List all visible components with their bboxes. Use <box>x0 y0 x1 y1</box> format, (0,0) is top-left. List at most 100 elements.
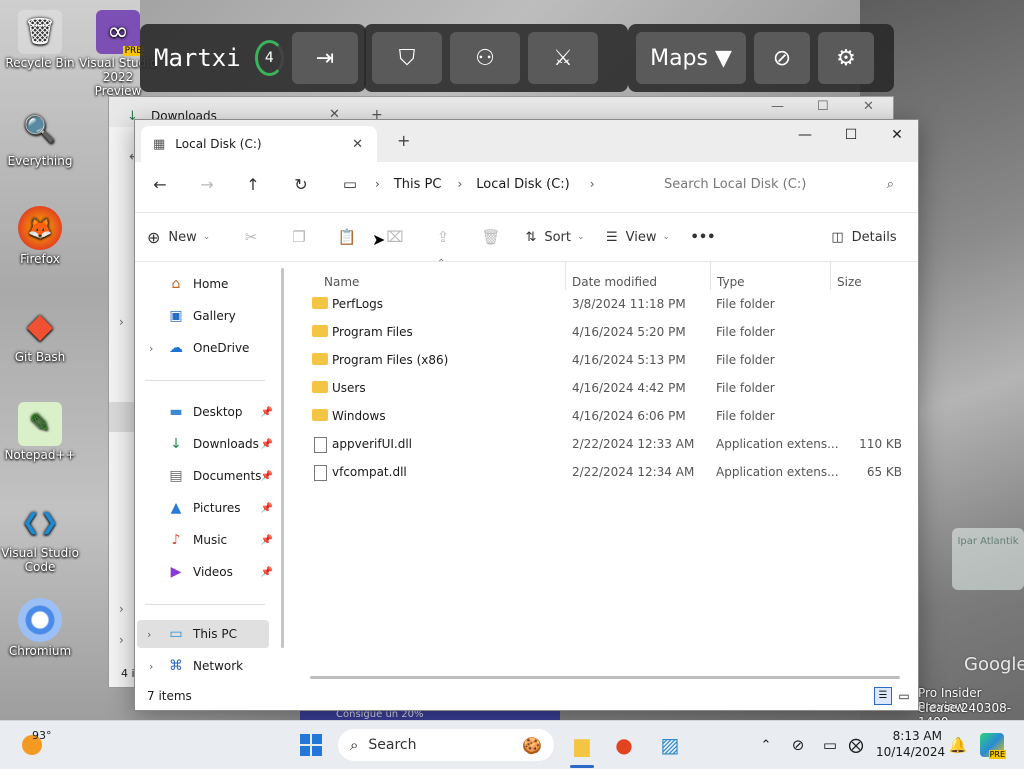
paste-button[interactable]: 📋 <box>323 220 371 254</box>
file-row-vfcompat-dll[interactable]: vfcompat.dll 2/22/2024 12:34 AM Applicat… <box>310 459 910 485</box>
network-off-icon[interactable]: ⊘ <box>782 729 814 761</box>
expand-chevron-icon[interactable]: › <box>149 342 153 355</box>
desktop-icon-git-bash[interactable]: ◆ Git Bash <box>0 304 80 364</box>
details-button[interactable]: ◫ Details <box>824 220 904 254</box>
back-chevron-icon[interactable]: › <box>119 315 124 329</box>
search-input[interactable]: Search Local Disk (C:) <box>664 177 806 192</box>
firefox-icon: ● <box>615 733 633 757</box>
clock-date[interactable]: 10/14/2024 <box>876 745 945 759</box>
back-chevron-icon-2[interactable]: › <box>119 602 124 616</box>
minimize-button[interactable]: — <box>782 120 828 150</box>
back-minimize-icon[interactable]: — <box>771 99 784 114</box>
address-bar-row: ← → ↑ ↻ ▭ › This PC › Local Disk (C:) › … <box>135 162 918 206</box>
settings-button[interactable]: ⚙ <box>818 32 874 84</box>
horizontal-scrollbar[interactable] <box>310 676 900 679</box>
delete-button[interactable]: 🗑 <box>467 220 515 254</box>
nav-item-onedrive[interactable]: › ☁ OneDrive <box>145 334 273 362</box>
file-row-users[interactable]: Users 4/16/2024 4:42 PM File folder <box>310 375 910 401</box>
computer-icon: ▭ <box>169 626 183 642</box>
notification-bell-icon[interactable]: 🔔 <box>942 729 974 761</box>
pin-icon: 📌 <box>260 470 273 482</box>
nav-item-videos[interactable]: ▶ Videos 📌 <box>145 558 273 586</box>
forward-button[interactable]: → <box>185 167 229 201</box>
show-hidden-icons[interactable]: ⌃ <box>750 729 782 761</box>
visual-studio-icon: ∞ PRE <box>96 10 144 56</box>
desktop-icon-notepad-plus-plus[interactable]: ✎ Notepad++ <box>0 402 80 462</box>
tab-close-icon[interactable]: ✕ <box>352 137 363 152</box>
back-chevron-icon-3[interactable]: › <box>119 633 124 647</box>
team-button[interactable]: ⚇ <box>450 32 520 84</box>
tiles-view-toggle[interactable]: ▭ <box>896 688 912 704</box>
chevron-down-icon-2: ⌄ <box>577 232 585 242</box>
back-nav-selection <box>109 402 135 432</box>
recycle-bin-icon: 🗑 <box>18 10 62 54</box>
exit-button[interactable]: ⇥ <box>292 32 358 84</box>
crossed-swords-button[interactable]: ⚔ <box>528 32 598 84</box>
expand-chevron-icon[interactable]: › <box>147 628 151 641</box>
tab-title: Local Disk (C:) <box>175 137 262 151</box>
file-row-windows[interactable]: Windows 4/16/2024 6:06 PM File folder <box>310 403 910 429</box>
desktop-icon-chromium[interactable]: ◎ Chromium <box>0 598 80 658</box>
refresh-button[interactable]: ↻ <box>277 167 325 201</box>
arrow-left-icon: ← <box>153 174 167 194</box>
new-button[interactable]: ⊕ New ⌄ <box>147 220 227 254</box>
back-close-icon[interactable]: ✕ <box>863 99 874 114</box>
taskbar-photos[interactable]: ▨ <box>654 729 686 761</box>
desktop-icon-firefox[interactable]: 🦊 Firefox <box>0 206 80 266</box>
taskbar-search[interactable]: ⌕ Search 🍪 <box>338 729 554 761</box>
breadcrumb-this-pc[interactable]: This PC <box>394 177 442 192</box>
taskbar-firefox[interactable]: ● <box>608 729 640 761</box>
more-options-button[interactable]: ••• <box>681 220 725 254</box>
back-maximize-icon[interactable]: ☐ <box>817 99 829 114</box>
back-button[interactable]: ← <box>135 167 185 201</box>
column-separator <box>565 262 566 290</box>
view-button[interactable]: ☰ View ⌄ <box>595 220 681 254</box>
copy-button[interactable]: ❐ <box>275 220 323 254</box>
file-row-appverifui-dll[interactable]: appverifUI.dll 2/22/2024 12:33 AM Applic… <box>310 431 910 457</box>
weather-temperature[interactable]: 93° <box>32 729 52 742</box>
expand-chevron-icon[interactable]: › <box>149 660 153 673</box>
nav-item-gallery[interactable]: ▣ Gallery <box>145 302 273 330</box>
taskbar-file-explorer[interactable]: ▆ <box>566 729 598 761</box>
this-pc-monitor-icon[interactable]: ▭ <box>325 167 375 201</box>
desktop-icon-recycle-bin[interactable]: 🗑 Recycle Bin <box>0 10 80 70</box>
file-row-perflogs[interactable]: PerfLogs 3/8/2024 11:18 PM File folder <box>310 291 910 317</box>
nav-item-documents[interactable]: ▤ Documents 📌 <box>145 462 273 490</box>
cut-button[interactable]: ✂ <box>227 220 275 254</box>
tab-local-disk[interactable]: ▦ Local Disk (C:) ✕ <box>141 126 377 162</box>
close-button[interactable]: ✕ <box>874 120 920 150</box>
nav-item-network[interactable]: › ⌘ Network <box>145 652 273 680</box>
search-box[interactable]: Search Local Disk (C:) ⌕ <box>650 168 910 200</box>
clock-time[interactable]: 8:13 AM <box>880 729 942 743</box>
nav-item-this-pc[interactable]: › ▭ This PC <box>137 620 269 648</box>
volume-muted-icon[interactable]: ⨂ <box>840 729 872 761</box>
no-timer-button[interactable]: ⊘ <box>754 32 810 84</box>
share-button[interactable]: ⇪ <box>419 220 467 254</box>
nav-item-music[interactable]: ♪ Music 📌 <box>145 526 273 554</box>
desktop-icon-everything[interactable]: 🔍 Everything <box>0 108 80 168</box>
nav-item-pictures[interactable]: ▲ Pictures 📌 <box>145 494 273 522</box>
start-button[interactable] <box>300 734 322 756</box>
sort-button[interactable]: ⇅ Sort ⌄ <box>515 220 595 254</box>
nav-item-downloads[interactable]: ↓ Downloads 📌 <box>145 430 273 458</box>
desktop-icon-vscode[interactable]: ❮❯ Visual Studio Code <box>0 500 80 575</box>
breadcrumb-chevron-icon-3[interactable]: › <box>590 177 595 191</box>
maps-dropdown[interactable]: Maps ▼ <box>636 32 746 84</box>
folder-icon <box>312 409 328 421</box>
up-button[interactable]: ↑ <box>229 167 277 201</box>
new-tab-button[interactable]: + <box>397 131 410 150</box>
nav-item-desktop[interactable]: ▬ Desktop 📌 <box>145 398 273 426</box>
breadcrumb-local-disk[interactable]: Local Disk (C:) <box>476 177 569 192</box>
file-row-program-files[interactable]: Program Files 4/16/2024 5:20 PM File fol… <box>310 319 910 345</box>
rename-icon: ⌧ <box>386 228 404 246</box>
nav-item-home[interactable]: ⌂ Home <box>145 270 273 298</box>
insider-app-icon[interactable]: PRE <box>980 733 1006 759</box>
nav-scrollbar[interactable] <box>281 268 284 648</box>
maximize-button[interactable]: ☐ <box>828 120 874 150</box>
trash-icon: 🗑 <box>481 228 501 246</box>
details-view-toggle[interactable]: ☰ <box>874 687 892 705</box>
copy-icon: ❐ <box>292 228 306 246</box>
explorer-window[interactable]: ▦ Local Disk (C:) ✕ + — ☐ ✕ ← → ↑ ↻ ▭ › … <box>134 119 919 711</box>
file-row-program-files-x86[interactable]: Program Files (x86) 4/16/2024 5:13 PM Fi… <box>310 347 910 373</box>
hierarchy-button[interactable]: ⛉ <box>372 32 442 84</box>
